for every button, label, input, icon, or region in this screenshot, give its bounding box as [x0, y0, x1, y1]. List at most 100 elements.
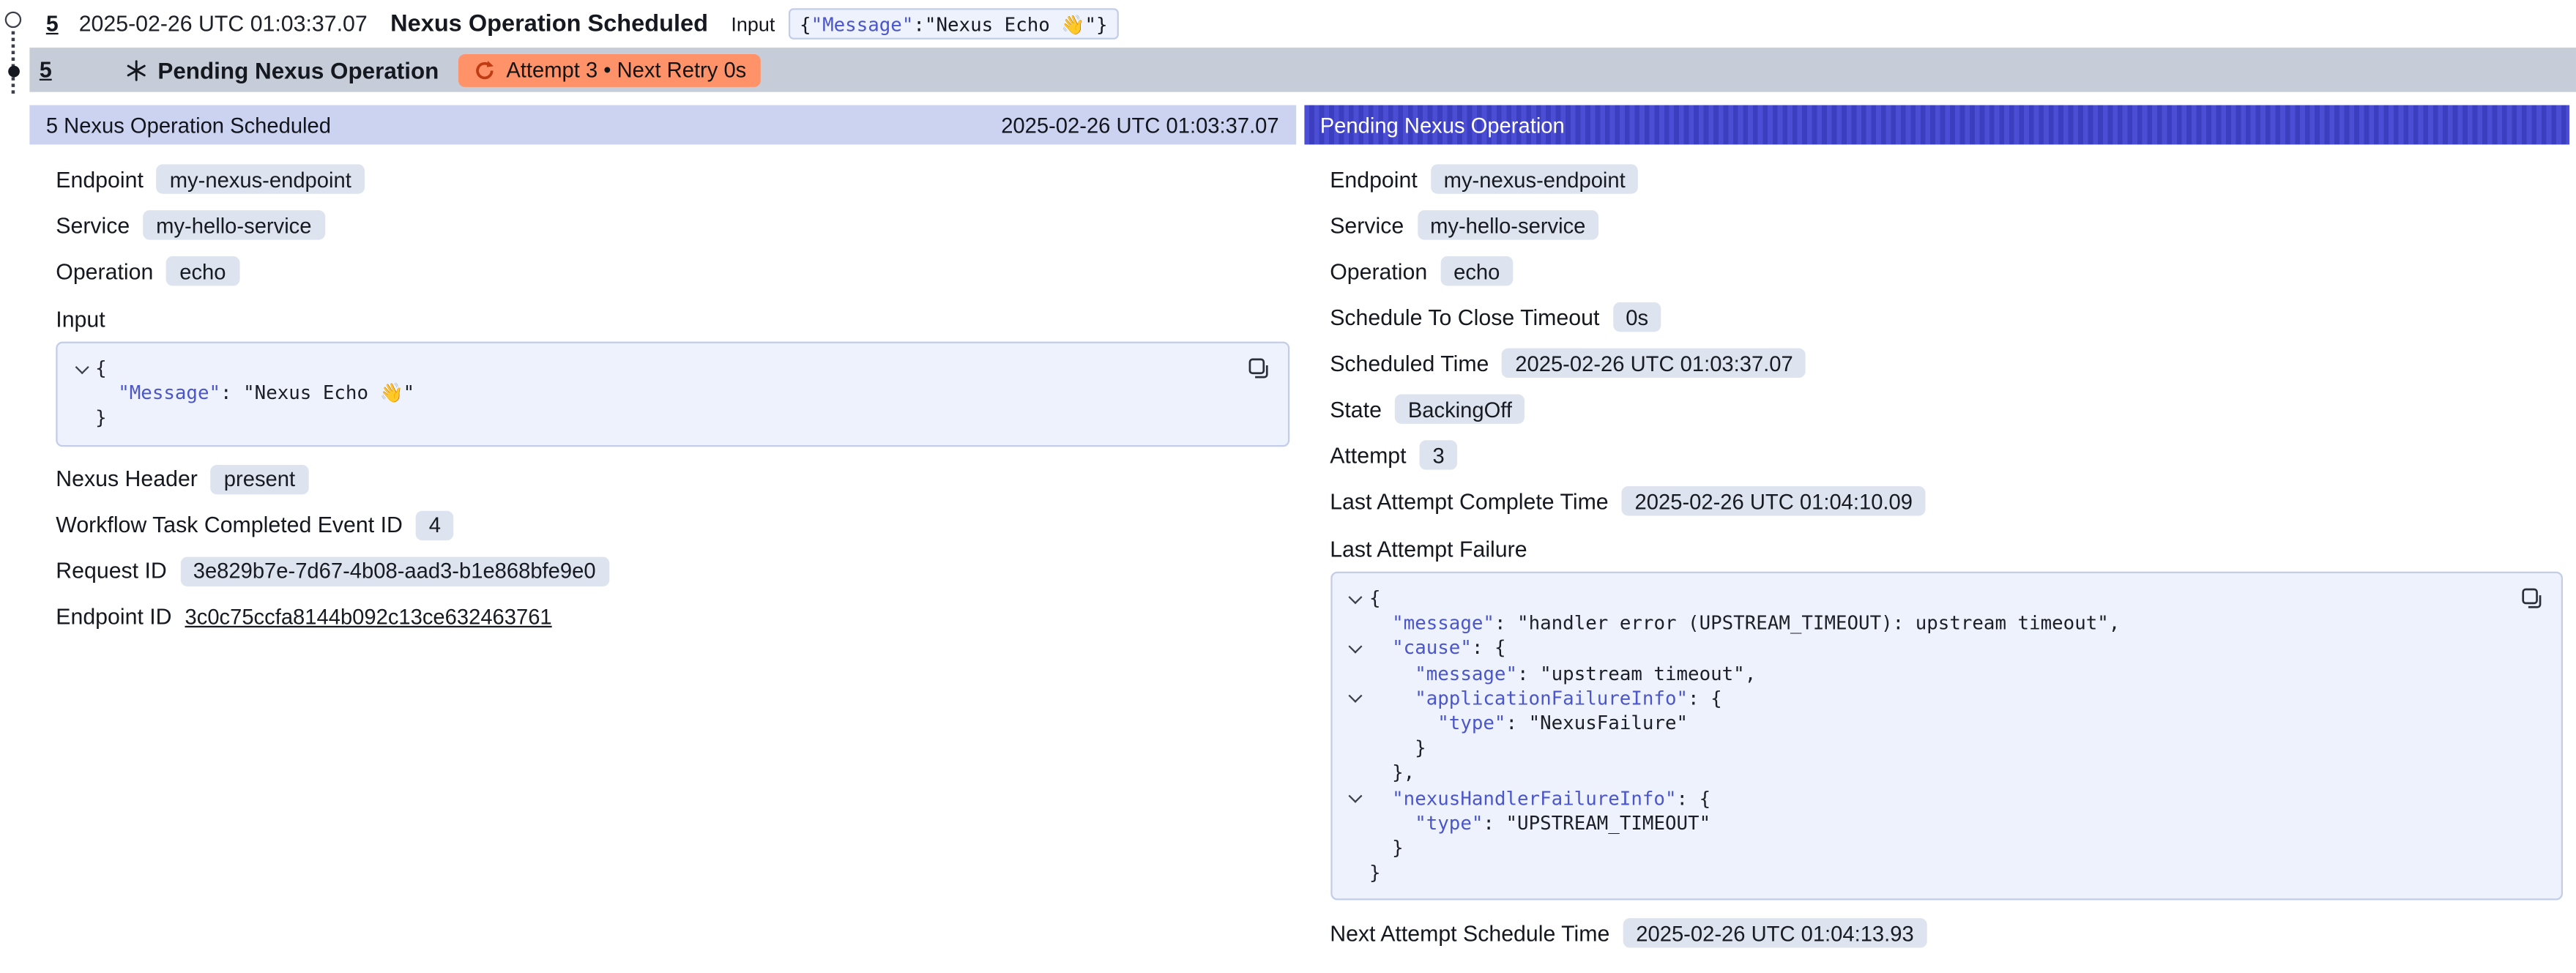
field-label: Operation — [1330, 258, 1427, 283]
field-value-badge: my-hello-service — [1417, 210, 1598, 239]
right-panel-header: Pending Nexus Operation — [1303, 105, 2569, 145]
field-value-badge: 3 — [1420, 440, 1458, 469]
copy-icon[interactable] — [1245, 355, 1271, 381]
field-value-badge: echo — [166, 256, 239, 286]
field-value-badge: BackingOff — [1395, 394, 1525, 423]
field-value-badge: my-hello-service — [143, 210, 324, 239]
field-label: Schedule To Close Timeout — [1330, 305, 1599, 329]
field-label: Operation — [56, 258, 153, 283]
event-timestamp: 2025-02-26 UTC 01:03:37.07 — [79, 12, 368, 37]
copy-icon[interactable] — [2518, 585, 2545, 611]
field-label: Last Attempt Complete Time — [1330, 488, 1608, 513]
json-code-line: } — [1341, 737, 2545, 761]
field-value-badge: 2025-02-26 UTC 01:04:13.93 — [1623, 919, 1927, 948]
field-value-badge: 2025-02-26 UTC 01:03:37.07 — [1502, 348, 1806, 378]
detail-row-service: Service my-hello-service — [1330, 209, 2569, 242]
json-code-line: { — [67, 357, 1270, 381]
event-title: Nexus Operation Scheduled — [390, 11, 708, 37]
left-panel-title: 5 Nexus Operation Scheduled — [46, 113, 331, 138]
json-code-line: { — [1341, 586, 2545, 611]
detail-row-schedule-to-close-timeout: Schedule To Close Timeout 0s — [1330, 301, 2569, 334]
field-value-badge: echo — [1440, 256, 1513, 286]
field-value-badge: 2025-02-26 UTC 01:04:10.09 — [1622, 486, 1926, 515]
event-input-chip: {"Message":"Nexus Echo 👋"} — [788, 8, 1119, 40]
event-input-label: Input — [731, 12, 775, 35]
field-label: Workflow Task Completed Event ID — [56, 512, 403, 537]
pending-operation-row[interactable]: 5 Pending Nexus Operation Attempt 3 • Ne… — [29, 48, 2576, 92]
field-value-badge: my-nexus-endpoint — [1431, 164, 1639, 193]
input-json-block: { "Message": "Nexus Echo 👋"} — [56, 342, 1289, 447]
json-code-line: "type": "UPSTREAM_TIMEOUT" — [1341, 811, 2545, 836]
timeline-pending-dot-icon — [7, 66, 19, 78]
detail-row-scheduled-time: Scheduled Time 2025-02-26 UTC 01:03:37.07 — [1330, 346, 2569, 379]
detail-row-state: State BackingOff — [1330, 392, 2569, 425]
detail-row-service: Service my-hello-service — [56, 209, 1295, 242]
field-label: State — [1330, 397, 1382, 422]
right-fields-bottom: Next Attempt Schedule Time 2025-02-26 UTC… — [1330, 917, 2569, 950]
temporal-event-history-view: 5 2025-02-26 UTC 01:03:37.07 Nexus Opera… — [0, 0, 2576, 956]
field-label: Service — [1330, 213, 1404, 238]
field-value-badge: 4 — [416, 510, 454, 540]
event-id-link[interactable]: 5 — [46, 12, 79, 37]
json-code-line: "nexusHandlerFailureInfo": { — [1341, 786, 2545, 811]
field-label: Attempt — [1330, 443, 1406, 468]
json-code-line: "cause": { — [1341, 636, 2545, 661]
field-label: Request ID — [56, 559, 167, 584]
json-code-line: }, — [1341, 761, 2545, 786]
json-code-line: "Message": "Nexus Echo 👋" — [67, 381, 1270, 406]
field-label: Endpoint — [1330, 167, 1418, 192]
panel-nexus-operation-scheduled: 5 Nexus Operation Scheduled 2025-02-26 U… — [29, 105, 1295, 657]
field-value-badge: 3e829b7e-7d67-4b08-aad3-b1e868bfe9e0 — [180, 556, 609, 586]
detail-row-endpoint: Endpoint my-nexus-endpoint — [1330, 163, 2569, 195]
input-section-label: Input — [56, 307, 1295, 332]
field-label: Scheduled Time — [1330, 351, 1489, 376]
collapse-chevron-icon[interactable] — [75, 359, 89, 373]
field-label: Next Attempt Schedule Time — [1330, 922, 1609, 947]
detail-row-operation: Operation echo — [56, 255, 1295, 288]
retry-badge-text: Attempt 3 • Next Retry 0s — [506, 58, 746, 83]
field-label: Endpoint — [56, 167, 144, 192]
left-fields-bottom: Nexus Header present Workflow Task Complet… — [56, 463, 1295, 633]
left-panel-header: 5 Nexus Operation Scheduled 2025-02-26 U… — [29, 105, 1295, 145]
field-label: Nexus Header — [56, 466, 198, 491]
pending-event-id-link[interactable]: 5 — [40, 58, 125, 83]
left-fields-top: Endpoint my-nexus-endpoint Service my-hello… — [56, 163, 1295, 288]
panel-pending-nexus-operation: Pending Nexus Operation Endpoint my-nexus… — [1303, 105, 2569, 973]
event-row-nexus-operation-scheduled[interactable]: 5 2025-02-26 UTC 01:03:37.07 Nexus Opera… — [29, 0, 2576, 48]
json-code-line: } — [1341, 836, 2545, 861]
detail-row-attempt: Attempt 3 — [1330, 439, 2569, 471]
field-label: Endpoint ID — [56, 605, 171, 630]
detail-row-last-attempt-complete-time: Last Attempt Complete Time 2025-02-26 UTC… — [1330, 485, 2569, 518]
right-fields-top: Endpoint my-nexus-endpoint Service my-hello… — [1330, 163, 2569, 518]
json-code-line: } — [1341, 861, 2545, 886]
detail-row-nexus-header: Nexus Header present — [56, 463, 1295, 496]
detail-row-endpoint: Endpoint my-nexus-endpoint — [56, 163, 1295, 195]
json-code-line: "applicationFailureInfo": { — [1341, 686, 2545, 711]
field-value-badge: present — [211, 464, 308, 493]
retry-status-badge: Attempt 3 • Next Retry 0s — [458, 53, 761, 86]
nexus-asterisk-icon — [125, 59, 148, 81]
failure-section-label: Last Attempt Failure — [1330, 537, 2569, 562]
json-code-line: } — [67, 406, 1270, 431]
detail-row-operation: Operation echo — [1330, 255, 2569, 288]
collapse-chevron-icon[interactable] — [1348, 789, 1362, 803]
retry-icon — [473, 59, 496, 81]
left-panel-timestamp: 2025-02-26 UTC 01:03:37.07 — [1001, 113, 1278, 138]
collapse-chevron-icon[interactable] — [1348, 589, 1362, 603]
json-code-line: "message": "upstream timeout", — [1341, 661, 2545, 686]
timeline-event-circle-icon — [5, 12, 21, 28]
json-code-line: "type": "NexusFailure" — [1341, 712, 2545, 737]
last-attempt-failure-json-block: { "message": "handler error (UPSTREAM_TI… — [1330, 572, 2563, 901]
field-label: Service — [56, 213, 130, 238]
json-code-line: "message": "handler error (UPSTREAM_TIME… — [1341, 611, 2545, 636]
timeline-dotted-connector — [12, 31, 15, 94]
collapse-chevron-icon[interactable] — [1348, 640, 1362, 654]
pending-operation-title: Pending Nexus Operation — [157, 56, 439, 83]
field-value-link[interactable]: 3c0c75ccfa8144b092c13ce632463761 — [185, 605, 552, 630]
detail-row-request-id: Request ID 3e829b7e-7d67-4b08-aad3-b1e868… — [56, 554, 1295, 587]
collapse-chevron-icon[interactable] — [1348, 690, 1362, 704]
detail-row-next-attempt-schedule-time: Next Attempt Schedule Time 2025-02-26 UTC… — [1330, 917, 2569, 950]
field-value-badge: 0s — [1612, 302, 1661, 332]
field-value-badge: my-nexus-endpoint — [157, 164, 365, 193]
detail-row-workflow-task-completed-event-id: Workflow Task Completed Event ID 4 — [56, 509, 1295, 542]
